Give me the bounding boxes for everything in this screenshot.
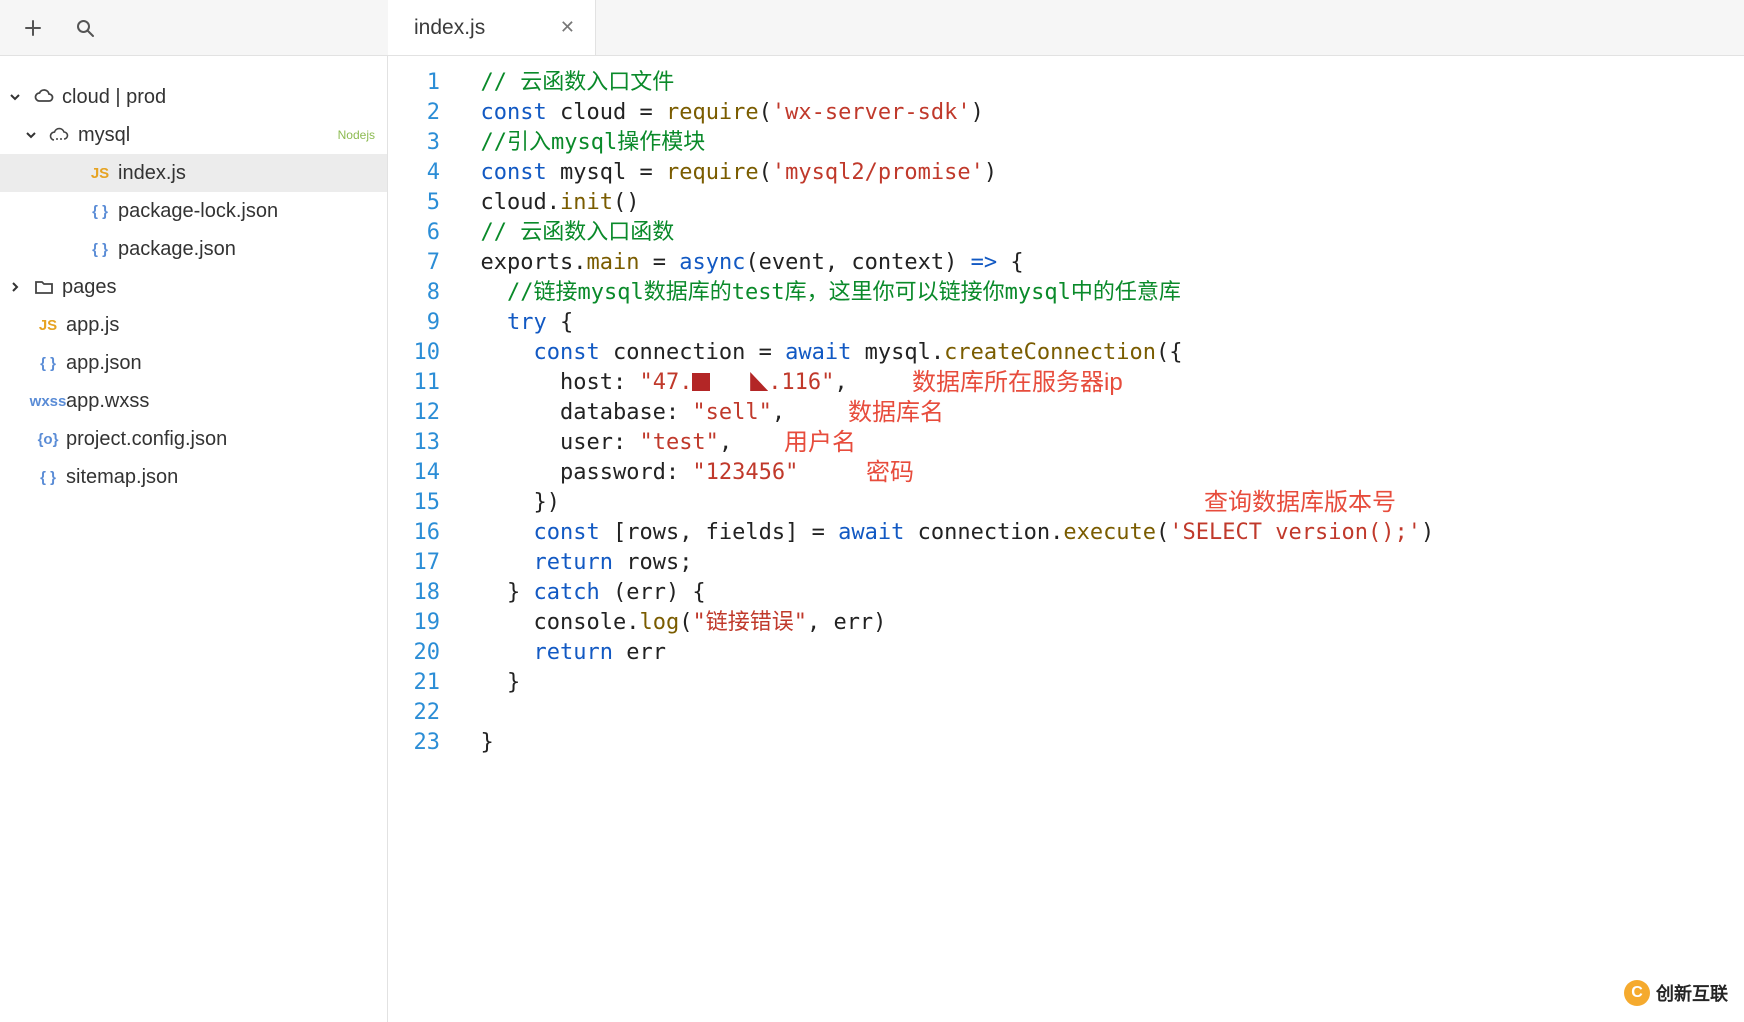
watermark: C 创新互联	[1624, 980, 1728, 1006]
file-type-icon: { }	[82, 241, 118, 258]
watermark-text: 创新互联	[1656, 980, 1728, 1006]
annotation-label: 密码	[866, 458, 914, 488]
folder-icon	[26, 279, 62, 295]
file-item[interactable]: { }package-lock.json	[0, 192, 387, 230]
chevron-down-icon	[24, 128, 38, 142]
editor-tabbar: index.js ✕	[388, 0, 1744, 56]
code-content[interactable]: // 云函数入口文件 const cloud = require('wx-ser…	[454, 68, 1744, 1022]
file-label: package-lock.json	[118, 200, 278, 223]
code-editor[interactable]: 1234567891011121314151617181920212223 //…	[388, 56, 1744, 1022]
file-item[interactable]: JSapp.js	[0, 306, 387, 344]
file-label: index.js	[118, 162, 186, 185]
annotation-label: 数据库名	[848, 398, 944, 428]
file-label: app.wxss	[66, 390, 149, 413]
file-item[interactable]: JSindex.js	[0, 154, 387, 192]
file-type-icon: { }	[30, 355, 66, 372]
file-type-icon: { }	[30, 469, 66, 486]
add-icon[interactable]	[10, 8, 56, 48]
file-item[interactable]: wxssapp.wxss	[0, 382, 387, 420]
file-item[interactable]: {o}project.config.json	[0, 420, 387, 458]
search-icon[interactable]	[62, 8, 108, 48]
tab-title: index.js	[414, 16, 485, 40]
annotation-label: 用户名	[784, 428, 856, 458]
file-type-icon: wxss	[30, 393, 66, 410]
folder-mysql[interactable]: mysql Nodejs	[0, 116, 387, 154]
folder-label: mysql	[78, 124, 130, 147]
line-number-gutter: 1234567891011121314151617181920212223	[388, 68, 454, 1022]
folder-label: pages	[62, 276, 117, 299]
annotation-label: 数据库所在服务器ip	[912, 368, 1123, 398]
nodejs-badge: Nodejs	[338, 128, 375, 142]
close-icon[interactable]: ✕	[560, 17, 575, 38]
file-label: sitemap.json	[66, 466, 178, 489]
file-item[interactable]: { }app.json	[0, 344, 387, 382]
chevron-down-icon	[8, 90, 22, 104]
file-type-icon: JS	[30, 317, 66, 334]
file-label: app.js	[66, 314, 119, 337]
file-label: project.config.json	[66, 428, 227, 451]
file-item[interactable]: { }package.json	[0, 230, 387, 268]
folder-cloud-prod[interactable]: cloud | prod	[0, 78, 387, 116]
file-item[interactable]: { }sitemap.json	[0, 458, 387, 496]
file-label: package.json	[118, 238, 236, 261]
file-explorer: cloud | prod mysql Nodejs JSindex.js{ }p…	[0, 56, 388, 1022]
cloud-function-icon	[42, 127, 78, 143]
file-type-icon: {o}	[30, 431, 66, 448]
file-label: app.json	[66, 352, 142, 375]
file-type-icon: JS	[82, 165, 118, 182]
cloud-folder-icon	[26, 88, 62, 106]
file-type-icon: { }	[82, 203, 118, 220]
chevron-right-icon	[8, 280, 22, 294]
watermark-logo-icon: C	[1624, 980, 1650, 1006]
folder-label: cloud | prod	[62, 86, 166, 109]
annotation-label: 查询数据库版本号	[1204, 488, 1396, 518]
tab-index-js[interactable]: index.js ✕	[388, 0, 596, 55]
folder-pages[interactable]: pages	[0, 268, 387, 306]
